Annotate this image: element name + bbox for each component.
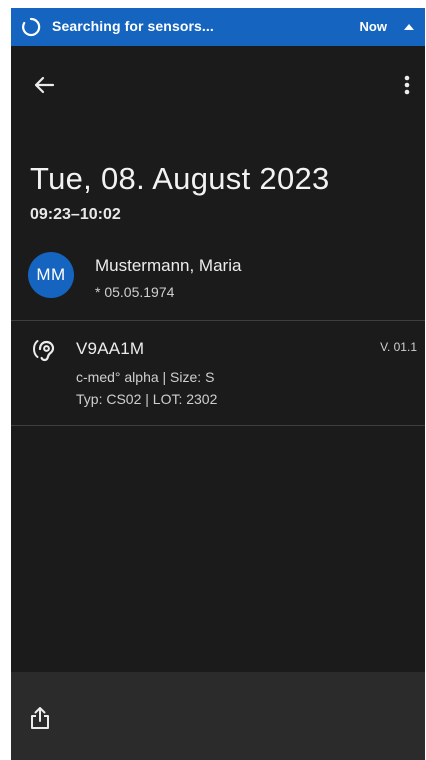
sensor-list-item[interactable]: V9AA1M V. 01.1 c-med° alpha | Size: S Ty… bbox=[11, 321, 425, 425]
notification-bar[interactable]: Searching for sensors... Now bbox=[11, 8, 425, 46]
avatar: MM bbox=[28, 252, 74, 298]
sensor-model-info: c-med° alpha | Size: S bbox=[76, 369, 215, 385]
more-options-icon[interactable] bbox=[395, 70, 419, 100]
back-arrow-icon[interactable] bbox=[29, 70, 59, 100]
session-date: Tue, 08. August 2023 bbox=[30, 161, 330, 196]
share-icon[interactable] bbox=[28, 705, 52, 731]
sensor-type-info: Typ: CS02 | LOT: 2302 bbox=[76, 391, 218, 407]
hearing-icon bbox=[32, 340, 55, 362]
notification-text: Searching for sensors... bbox=[52, 18, 214, 34]
divider bbox=[11, 425, 425, 426]
caret-up-icon[interactable] bbox=[402, 20, 416, 34]
session-time-range: 09:23–10:02 bbox=[30, 206, 121, 223]
progress-spinner-icon bbox=[22, 17, 41, 37]
patient-name: Mustermann, Maria bbox=[95, 256, 242, 275]
phone-screen: Searching for sensors... Now Tue, 08. Au… bbox=[11, 8, 425, 760]
bottom-action-bar bbox=[11, 672, 425, 760]
patient-birthdate: * 05.05.1974 bbox=[95, 284, 175, 300]
sensor-id: V9AA1M bbox=[76, 339, 145, 358]
sensor-version: V. 01.1 bbox=[380, 340, 417, 354]
notification-time: Now bbox=[359, 19, 387, 34]
